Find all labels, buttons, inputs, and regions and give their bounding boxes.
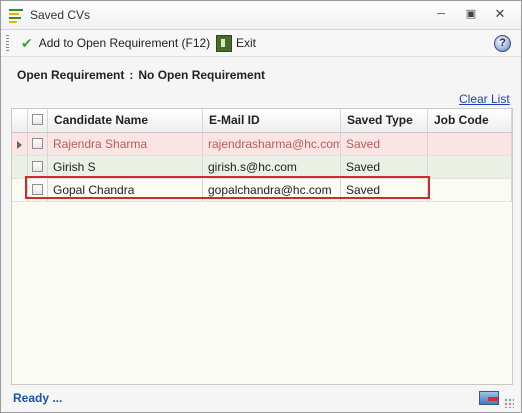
header-checkbox-cell	[28, 109, 48, 132]
row-checkbox[interactable]	[32, 161, 43, 172]
table-row[interactable]: Rajendra Sharma rajendrasharma@hc.com Sa…	[12, 133, 512, 156]
table-row[interactable]: Gopal Chandra gopalchandra@hc.com Saved	[12, 179, 512, 202]
email-cell[interactable]: rajendrasharma@hc.com	[203, 133, 341, 156]
minimize-button[interactable]: ─	[433, 7, 449, 21]
add-button-label: Add to Open Requirement (F12)	[38, 36, 211, 50]
candidate-name-cell[interactable]: Rajendra Sharma	[48, 133, 203, 156]
window-title: Saved CVs	[30, 8, 91, 22]
saved-type-cell[interactable]: Saved	[341, 179, 428, 202]
row-checkbox[interactable]	[32, 184, 43, 195]
close-button[interactable]: ✕	[492, 7, 508, 21]
row-checkbox[interactable]	[32, 138, 43, 149]
maximize-button[interactable]: ▣	[463, 7, 479, 21]
header-indicator-cell	[12, 109, 28, 132]
open-requirement-line: Open Requirement: No Open Requirement	[17, 68, 265, 82]
column-header-candidate-name[interactable]: Candidate Name	[48, 109, 203, 132]
app-menu-icon[interactable]	[9, 9, 25, 23]
saved-type-cell[interactable]: Saved	[341, 156, 428, 179]
row-checkbox-cell	[28, 133, 48, 156]
exit-button[interactable]: Exit	[216, 34, 256, 52]
column-header-email-id[interactable]: E-Mail ID	[203, 109, 341, 132]
job-code-cell[interactable]	[428, 133, 512, 156]
row-indicator-cell	[12, 179, 28, 202]
open-requirement-value: No Open Requirement	[138, 68, 266, 82]
exit-icon	[216, 34, 232, 52]
table-row[interactable]: Girish S girish.s@hc.com Saved	[12, 156, 512, 179]
help-icon[interactable]: ?	[494, 35, 511, 52]
candidate-name-cell[interactable]: Gopal Chandra	[48, 179, 203, 202]
grid-header-row: Candidate Name E-Mail ID Saved Type Job …	[12, 109, 512, 133]
clear-list-link[interactable]: Clear List	[459, 92, 510, 106]
row-indicator-cell	[12, 156, 28, 179]
job-code-cell[interactable]	[428, 179, 512, 202]
row-indicator-icon	[17, 141, 22, 149]
open-requirement-separator: :	[129, 68, 134, 82]
title-bar: Saved CVs ─ ▣ ✕	[1, 1, 521, 30]
row-checkbox-cell	[28, 179, 48, 202]
row-checkbox-cell	[28, 156, 48, 179]
column-header-saved-type[interactable]: Saved Type	[341, 109, 428, 132]
saved-cv-grid: Candidate Name E-Mail ID Saved Type Job …	[11, 108, 513, 385]
resize-grip[interactable]	[504, 398, 514, 408]
email-cell[interactable]: girish.s@hc.com	[203, 156, 341, 179]
toolbar-grip[interactable]	[6, 35, 9, 51]
column-header-job-code[interactable]: Job Code	[428, 109, 512, 132]
open-requirement-label: Open Requirement	[17, 68, 125, 82]
saved-cvs-window: Saved CVs ─ ▣ ✕ ✔ Add to Open Requiremen…	[0, 0, 522, 413]
check-icon: ✔	[21, 34, 33, 51]
email-cell[interactable]: gopalchandra@hc.com	[203, 179, 341, 202]
exit-button-label: Exit	[236, 36, 257, 50]
saved-type-cell[interactable]: Saved	[341, 133, 428, 156]
job-code-cell[interactable]	[428, 156, 512, 179]
candidate-name-cell[interactable]: Girish S	[48, 156, 203, 179]
status-text: Ready ...	[13, 391, 63, 405]
status-icon[interactable]	[479, 391, 499, 405]
row-indicator-cell	[12, 133, 28, 156]
select-all-checkbox[interactable]	[32, 114, 43, 125]
add-to-open-requirement-button[interactable]: ✔ Add to Open Requirement (F12)	[21, 34, 210, 52]
toolbar: ✔ Add to Open Requirement (F12) Exit ?	[1, 30, 521, 57]
